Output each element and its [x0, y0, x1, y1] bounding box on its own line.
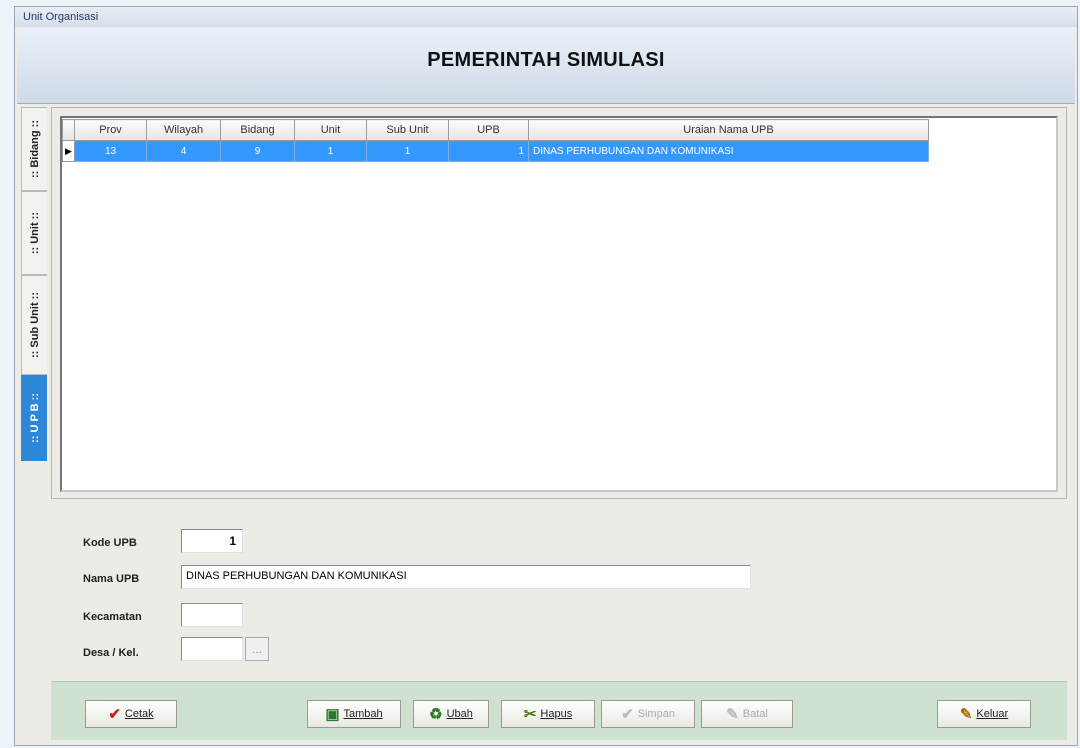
- check-icon: ✔: [108, 706, 121, 723]
- cetak-button[interactable]: ✔ Cetak: [85, 700, 177, 728]
- tab-upb-label: :: U P B ::: [28, 393, 41, 443]
- main-window: Unit Organisasi PEMERINTAH SIMULASI :: B…: [14, 6, 1078, 746]
- hapus-label: Hapus: [540, 708, 573, 720]
- tab-sub-unit[interactable]: :: Sub Unit ::: [21, 275, 47, 375]
- batal-label: Batal: [742, 708, 768, 720]
- kode-upb-field[interactable]: 1: [181, 529, 243, 553]
- cell-upb[interactable]: 1: [448, 140, 529, 162]
- kecamatan-field[interactable]: [181, 603, 243, 627]
- upb-table: Prov Wilayah Bidang Unit Sub Unit UPB Ur…: [62, 119, 929, 162]
- cell-unit[interactable]: 1: [294, 140, 367, 162]
- column-header-prov[interactable]: Prov: [74, 119, 147, 141]
- window-title: Unit Organisasi: [23, 11, 99, 23]
- keluar-label: Keluar: [976, 708, 1009, 720]
- exit-icon: ✎: [959, 706, 973, 723]
- simpan-button[interactable]: ✔ Simpan: [601, 700, 695, 728]
- tab-upb[interactable]: :: U P B ::: [21, 375, 47, 461]
- save-check-icon: ✔: [621, 706, 634, 723]
- tab-unit[interactable]: :: Unit ::: [21, 191, 47, 275]
- vertical-tab-strip: :: Bidang :: :: Unit :: :: Sub Unit :: :…: [19, 107, 51, 467]
- tambah-label: Tambah: [343, 708, 383, 720]
- cetak-label: Cetak: [124, 708, 154, 720]
- upb-grid[interactable]: Prov Wilayah Bidang Unit Sub Unit UPB Ur…: [60, 116, 1058, 492]
- keluar-button[interactable]: ✎ Keluar: [937, 700, 1031, 728]
- edit-record-icon: ♻: [429, 706, 443, 723]
- cell-prov[interactable]: 13: [74, 140, 147, 162]
- column-header-upb[interactable]: UPB: [448, 119, 529, 141]
- kode-upb-label: Kode UPB: [83, 537, 137, 549]
- tab-bidang-label: :: Bidang ::: [28, 119, 41, 179]
- nama-upb-field[interactable]: DINAS PERHUBUNGAN DAN KOMUNIKASI: [181, 565, 751, 589]
- desa-lookup-button[interactable]: ...: [245, 637, 269, 661]
- cell-bidang[interactable]: 9: [220, 140, 295, 162]
- cell-uraian[interactable]: DINAS PERHUBUNGAN DAN KOMUNIKASI: [528, 140, 929, 162]
- title-bar: Unit Organisasi: [15, 7, 1077, 27]
- column-header-uraian[interactable]: Uraian Nama UPB: [528, 119, 929, 141]
- desa-kel-field[interactable]: [181, 637, 243, 661]
- detail-form: Kode UPB 1 Nama UPB DINAS PERHUBUNGAN DA…: [51, 501, 1067, 679]
- button-bar: ✔ Cetak ▣ Tambah ♻ Ubah ✂ Hapus ✔ Simpan…: [51, 681, 1067, 740]
- add-record-icon: ▣: [325, 706, 340, 723]
- grid-panel: Prov Wilayah Bidang Unit Sub Unit UPB Ur…: [51, 107, 1067, 499]
- tab-sub-unit-label: :: Sub Unit ::: [28, 292, 41, 358]
- table-header-row: Prov Wilayah Bidang Unit Sub Unit UPB Ur…: [62, 119, 929, 141]
- simpan-label: Simpan: [637, 708, 675, 720]
- hapus-button[interactable]: ✂ Hapus: [501, 700, 595, 728]
- kecamatan-label: Kecamatan: [83, 611, 142, 623]
- ubah-button[interactable]: ♻ Ubah: [413, 700, 489, 728]
- batal-button[interactable]: ✎ Batal: [701, 700, 793, 728]
- column-header-bidang[interactable]: Bidang: [220, 119, 295, 141]
- desa-kel-label: Desa / Kel.: [83, 647, 139, 659]
- cancel-icon: ✎: [726, 706, 739, 723]
- cell-wilayah[interactable]: 4: [146, 140, 221, 162]
- column-header-wilayah[interactable]: Wilayah: [146, 119, 221, 141]
- cell-sub-unit[interactable]: 1: [366, 140, 449, 162]
- column-header-unit[interactable]: Unit: [294, 119, 367, 141]
- page-title: PEMERINTAH SIMULASI: [427, 49, 665, 71]
- page-header: PEMERINTAH SIMULASI: [17, 27, 1075, 104]
- tambah-button[interactable]: ▣ Tambah: [307, 700, 401, 728]
- tab-unit-label: :: Unit ::: [28, 211, 41, 255]
- indicator-header: [62, 119, 75, 141]
- table-row[interactable]: ▶ 13 4 9 1 1 1 DINAS PERHUBUNGAN DAN KOM…: [62, 140, 929, 162]
- ubah-label: Ubah: [446, 708, 473, 720]
- column-header-sub-unit[interactable]: Sub Unit: [366, 119, 449, 141]
- nama-upb-label: Nama UPB: [83, 573, 140, 585]
- delete-record-icon: ✂: [523, 706, 537, 723]
- tab-bidang[interactable]: :: Bidang ::: [21, 107, 47, 191]
- row-indicator-icon: ▶: [62, 140, 75, 162]
